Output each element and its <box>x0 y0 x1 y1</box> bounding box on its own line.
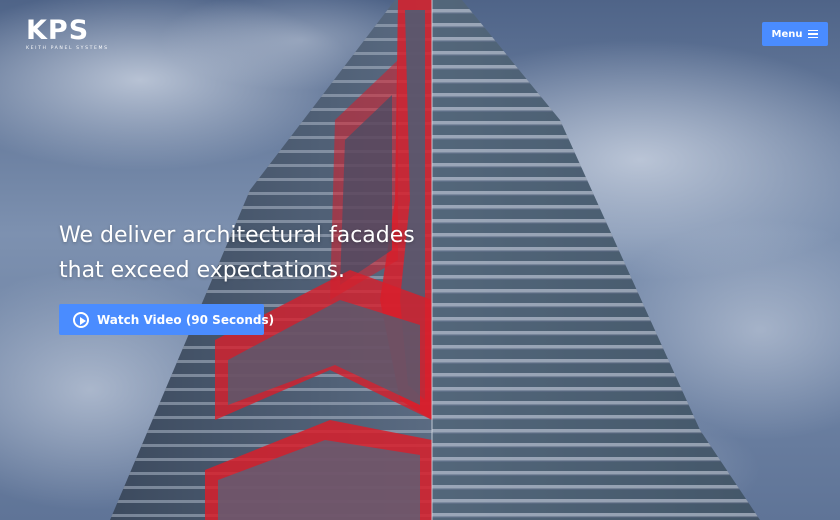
menu-button[interactable]: Menu <box>762 22 828 46</box>
watch-video-button[interactable]: Watch Video (90 Seconds) <box>59 304 274 335</box>
watch-video-label: Watch Video (90 Seconds) <box>97 312 275 327</box>
kps-logo[interactable]: KPS KEITH PANEL SYSTEMS <box>26 15 109 51</box>
hero-headline: We deliver architectural facades that ex… <box>59 218 415 288</box>
hero-headline-line-2: that exceed expectations. <box>59 258 346 283</box>
hero-headline-line-1: We deliver architectural facades <box>59 223 415 248</box>
logo-mark: KPS <box>26 15 90 46</box>
play-circle-icon <box>73 311 89 328</box>
logo-tagline: KEITH PANEL SYSTEMS <box>26 46 109 51</box>
menu-label: Menu <box>771 28 803 40</box>
hamburger-icon <box>808 29 819 39</box>
